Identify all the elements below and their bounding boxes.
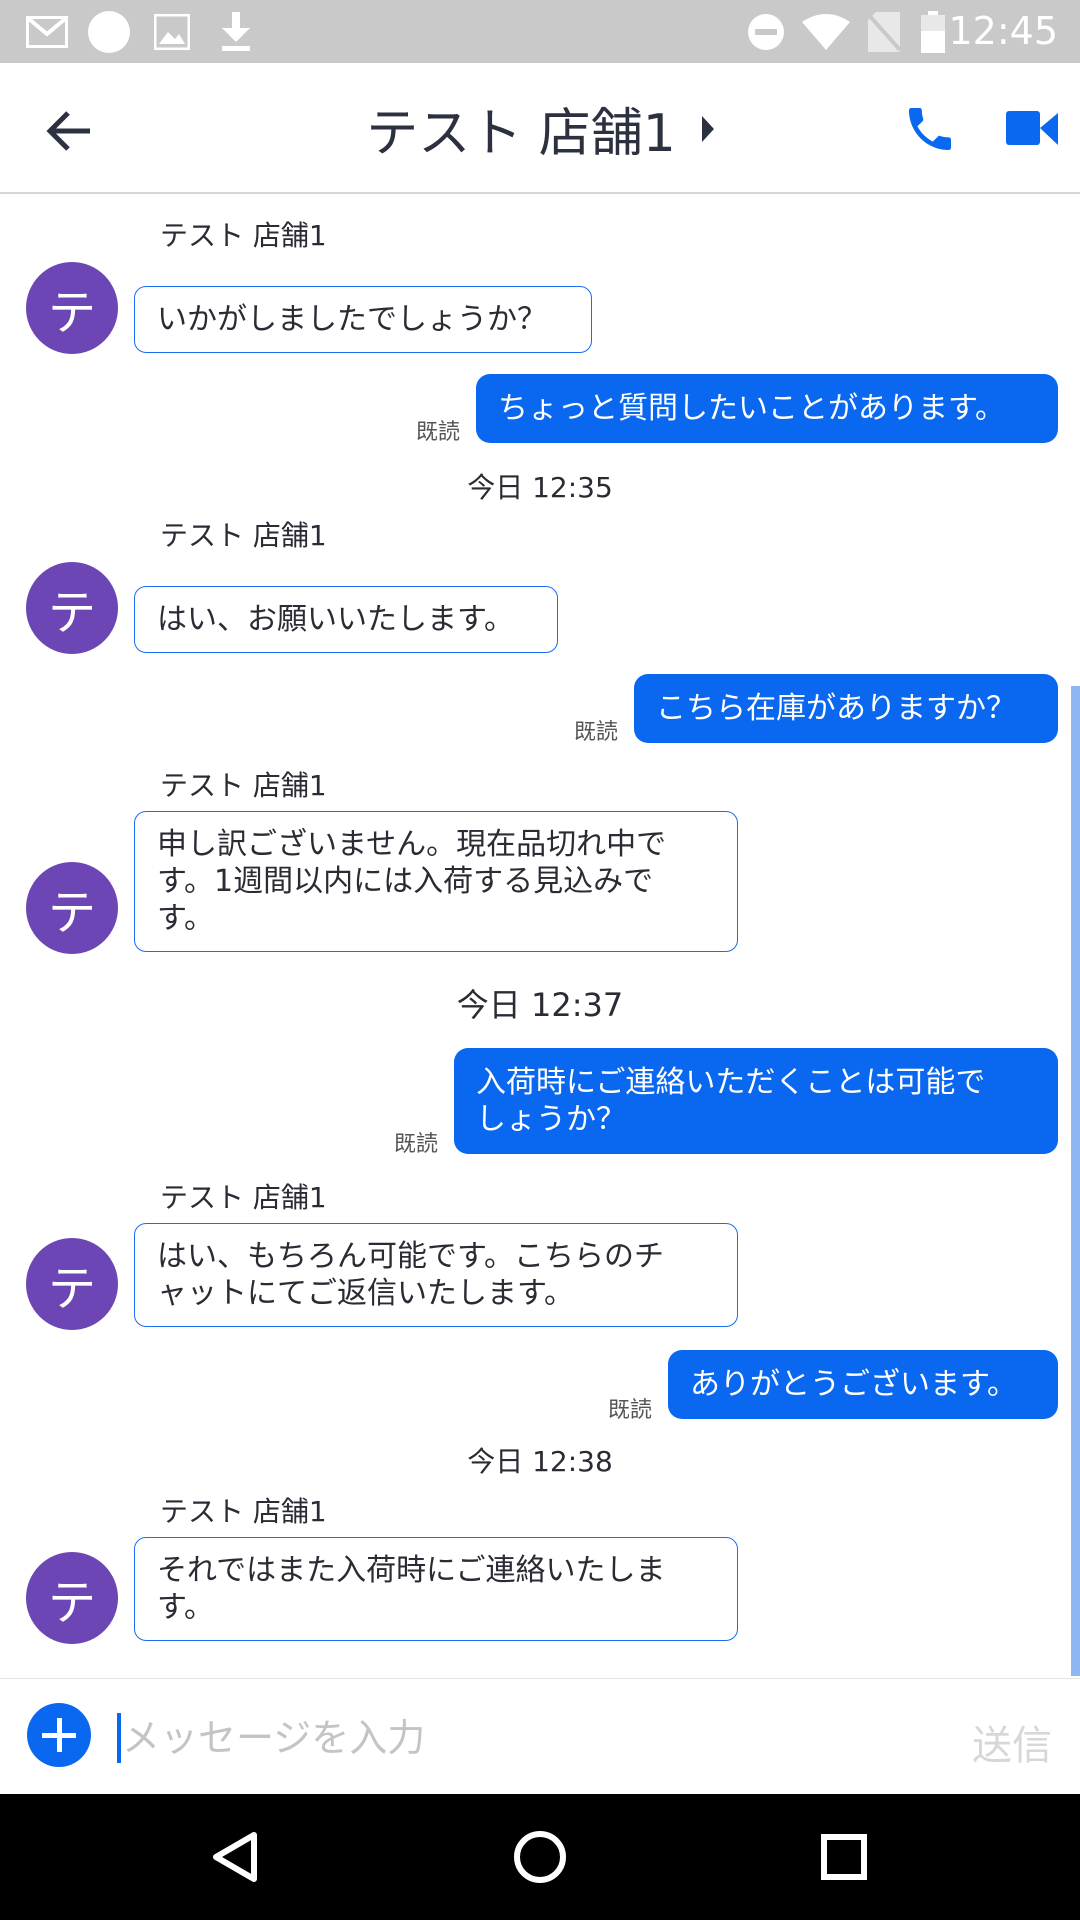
message-bubble-incoming[interactable]: いかがしましたでしょうか？: [134, 286, 592, 353]
wifi-icon: [802, 0, 850, 63]
caret-right-icon: [701, 115, 714, 142]
status-bar: 12:45: [0, 0, 1080, 63]
message-text-line: それではまた入荷時にご連絡いたしま: [157, 1553, 666, 1588]
read-receipt: 既読: [608, 1398, 653, 1423]
chat-title: テスト 店舗1: [366, 104, 676, 164]
avatar[interactable]: テ: [26, 1238, 118, 1330]
message-text-line: す。1週間以内には入荷する見込みで: [157, 864, 654, 899]
sender-name: テスト 店舗1: [160, 519, 327, 552]
read-receipt: 既読: [574, 720, 619, 745]
message-bubble-outgoing[interactable]: 入荷時にご連絡いただくことは可能で しょうか？: [454, 1048, 1058, 1154]
timestamp-separator: 今日 12:37: [456, 986, 624, 1024]
message-bubble-outgoing[interactable]: ありがとうございます。: [668, 1350, 1058, 1419]
read-receipt: 既読: [394, 1132, 439, 1157]
battery-icon: [920, 0, 946, 63]
message-text-line: はい、もちろん可能です。こちらのチ: [157, 1239, 664, 1274]
chat-header: テスト 店舗1: [0, 63, 1080, 194]
message-bubble-incoming[interactable]: はい、もちろん可能です。こちらのチ ャットにてご返信いたします。: [134, 1223, 738, 1327]
home-circle-icon[interactable]: [510, 1827, 570, 1887]
recents-square-icon[interactable]: [814, 1827, 874, 1887]
message-bubble-incoming[interactable]: はい、お願いいたします。: [134, 586, 558, 653]
message-text: ちょっと質問したいことがあります。: [498, 391, 1005, 426]
message-text-line: 申し訳ございません。現在品切れ中で: [157, 827, 667, 862]
message-bubble-outgoing[interactable]: こちら在庫がありますか？: [634, 674, 1058, 743]
timestamp-separator: 今日 12:35: [467, 471, 613, 504]
sender-name: テスト 店舗1: [160, 769, 327, 802]
send-button[interactable]: 送信: [972, 1713, 1052, 1771]
message-input-bar: 送信: [0, 1678, 1080, 1794]
phone-icon[interactable]: [902, 101, 958, 157]
message-input[interactable]: [122, 1703, 822, 1773]
plus-icon[interactable]: [27, 1703, 91, 1767]
avatar-initial: テ: [47, 285, 96, 341]
avatar[interactable]: テ: [26, 562, 118, 654]
avatar-initial: テ: [47, 585, 96, 641]
avatar[interactable]: テ: [26, 1552, 118, 1644]
message-bubble-outgoing[interactable]: ちょっと質問したいことがあります。: [476, 374, 1058, 443]
image-icon: [154, 0, 190, 63]
sender-name: テスト 店舗1: [160, 1181, 327, 1214]
avatar-initial: テ: [47, 885, 96, 941]
no-sim-icon: [866, 0, 902, 63]
text-cursor: [117, 1713, 121, 1763]
avatar-initial: テ: [47, 1261, 96, 1317]
message-bubble-incoming[interactable]: 申し訳ございません。現在品切れ中で す。1週間以内には入荷する見込みで す。: [134, 811, 738, 952]
message-text: こちら在庫がありますか？: [656, 691, 1016, 726]
circle-icon: [86, 0, 132, 63]
avatar[interactable]: テ: [26, 262, 118, 354]
back-triangle-icon[interactable]: [206, 1827, 266, 1887]
read-receipt: 既読: [416, 420, 461, 445]
sender-name: テスト 店舗1: [160, 1495, 327, 1528]
message-list[interactable]: テスト 店舗1 テ いかがしましたでしょうか？ 既読 ちょっと質問したいことがあ…: [0, 196, 1080, 1678]
message-text-line: す。: [157, 1590, 214, 1625]
video-camera-icon[interactable]: [1006, 107, 1058, 151]
download-icon: [218, 0, 254, 63]
message-text: はい、お願いいたします。: [157, 602, 514, 637]
message-text-line: 入荷時にご連絡いただくことは可能で: [476, 1065, 986, 1100]
status-time: 12:45: [948, 9, 1058, 53]
message-text-line: す。: [157, 901, 214, 936]
message-bubble-incoming[interactable]: それではまた入荷時にご連絡いたしま す。: [134, 1537, 738, 1641]
sender-name: テスト 店舗1: [160, 219, 327, 252]
system-nav-bar: [0, 1794, 1080, 1920]
message-text: いかがしましたでしょうか？: [157, 302, 547, 337]
timestamp-separator: 今日 12:38: [467, 1445, 613, 1478]
message-text-line: しょうか？: [476, 1102, 626, 1137]
avatar-initial: テ: [47, 1575, 96, 1631]
gmail-icon: [26, 0, 68, 63]
message-text-line: ャットにてご返信いたします。: [157, 1276, 574, 1311]
avatar[interactable]: テ: [26, 862, 118, 954]
scrollbar[interactable]: [1071, 686, 1080, 1676]
message-text: ありがとうございます。: [690, 1367, 1017, 1402]
dnd-icon: [746, 0, 786, 63]
